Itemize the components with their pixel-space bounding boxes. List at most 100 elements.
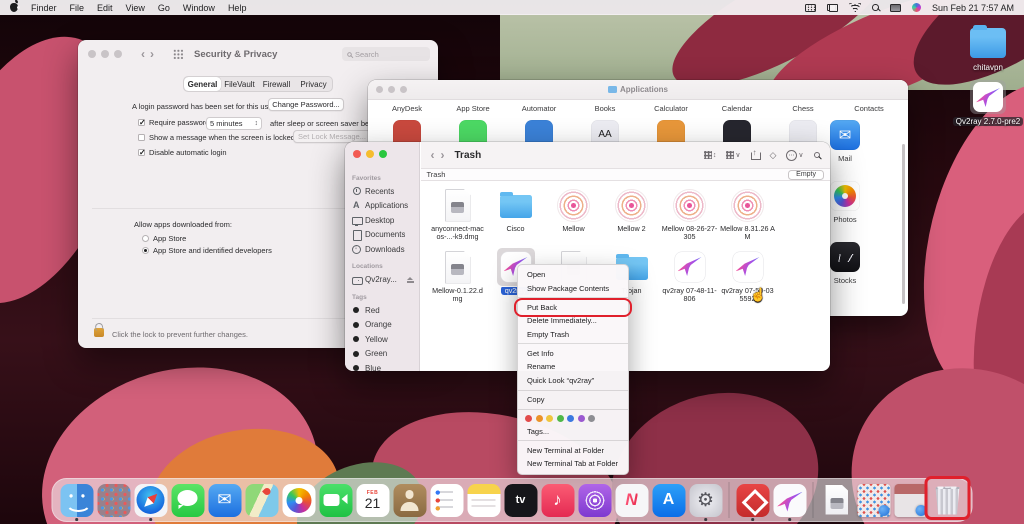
- context-menu-item[interactable]: [518, 297, 628, 298]
- context-menu-item[interactable]: Show Package Contents: [518, 281, 628, 294]
- share-icon[interactable]: [750, 150, 759, 160]
- dock-icon[interactable]: [615, 484, 648, 517]
- require-interval-dropdown[interactable]: 5 minutes ↕: [206, 117, 262, 130]
- wifi-icon[interactable]: [849, 3, 861, 12]
- dock-item[interactable]: [615, 482, 649, 518]
- back-button[interactable]: ‹: [141, 48, 145, 60]
- dock-icon[interactable]: [820, 484, 853, 517]
- sidebar-item[interactable]: Recents: [352, 184, 417, 199]
- search-field[interactable]: Search: [342, 47, 430, 61]
- menu-go[interactable]: Go: [158, 3, 170, 13]
- tab[interactable]: Privacy: [295, 77, 332, 91]
- dock-item[interactable]: [467, 482, 501, 518]
- apple-menu-icon[interactable]: [10, 3, 18, 12]
- search-icon[interactable]: [814, 152, 821, 159]
- dock-icon[interactable]: [736, 484, 769, 517]
- dock-item[interactable]: [97, 482, 131, 518]
- dock-item[interactable]: [134, 482, 168, 518]
- dock-icon[interactable]: [319, 484, 352, 517]
- tab[interactable]: General: [184, 77, 221, 91]
- input-source-icon[interactable]: [805, 4, 816, 12]
- dock-item[interactable]: [894, 482, 928, 518]
- menu-window[interactable]: Window: [183, 3, 215, 13]
- dock-item[interactable]: [282, 482, 316, 518]
- sidebar-item[interactable]: Downloads: [352, 242, 417, 257]
- file-icon[interactable]: [439, 186, 477, 224]
- minimize-button[interactable]: [101, 50, 109, 58]
- file-item[interactable]: Mellow-0.1.22.dmg: [429, 248, 487, 310]
- dock-icon[interactable]: [652, 484, 685, 517]
- dock-item[interactable]: [319, 482, 353, 518]
- file-item[interactable]: anyconnect-macos-...-k9.dmg: [429, 186, 487, 248]
- sidebar-item[interactable]: Qv2ray...: [352, 273, 417, 288]
- screen-mirroring-icon[interactable]: [827, 4, 838, 12]
- context-menu-item[interactable]: New Terminal at Folder: [518, 444, 628, 457]
- menu-bar-clock[interactable]: Sun Feb 21 7:57 AM: [932, 3, 1014, 13]
- dock-icon[interactable]: [689, 484, 722, 517]
- back-button[interactable]: ‹: [431, 149, 435, 161]
- app-label[interactable]: Calculator: [638, 104, 704, 113]
- dock-item[interactable]: [60, 482, 94, 518]
- dock-item[interactable]: [689, 482, 723, 518]
- context-menu-item[interactable]: Tags...: [518, 424, 628, 437]
- dock-icon[interactable]: [773, 484, 806, 517]
- file-icon[interactable]: [555, 186, 593, 224]
- sidebar-item[interactable]: Documents: [352, 228, 417, 243]
- sidebar-item[interactable]: Tags: [352, 291, 417, 303]
- dock-icon[interactable]: [467, 484, 500, 517]
- zoom-button[interactable]: [379, 150, 387, 158]
- scrollbar[interactable]: [902, 144, 905, 304]
- tag-color-dots[interactable]: [525, 415, 595, 422]
- require-password-checkbox[interactable]: [138, 119, 145, 126]
- change-password-button[interactable]: Change Password...: [268, 98, 344, 111]
- file-item[interactable]: qv2ray 07-48-11-806: [661, 248, 719, 310]
- sidebar-item[interactable]: Applications: [352, 199, 417, 214]
- dock-icon[interactable]: [931, 484, 964, 517]
- dock-item[interactable]: [931, 482, 965, 518]
- context-menu-item[interactable]: Put Back: [518, 301, 628, 314]
- context-menu-item[interactable]: Delete Immediately...: [518, 314, 628, 327]
- dock-icon[interactable]: [97, 484, 130, 517]
- qv2ray-icon[interactable]: [973, 82, 1003, 112]
- context-menu-item[interactable]: Copy: [518, 393, 628, 406]
- minimize-button[interactable]: [366, 150, 374, 158]
- dock-item[interactable]: [393, 482, 427, 518]
- chitavpn-icon[interactable]: [970, 28, 1006, 58]
- dock-icon[interactable]: FEB 21: [356, 484, 389, 517]
- dock-item[interactable]: [208, 482, 242, 518]
- tab[interactable]: Firewall: [258, 77, 295, 91]
- context-menu-item[interactable]: Get Info: [518, 347, 628, 360]
- dock-item[interactable]: FEB 21: [356, 482, 390, 518]
- desktop-icon-chitavpn[interactable]: chitavpn: [958, 26, 1018, 72]
- dock-icon[interactable]: [894, 484, 927, 517]
- app-label[interactable]: Automator: [506, 104, 572, 113]
- disable-auto-login-checkbox[interactable]: [138, 149, 145, 156]
- context-menu-item[interactable]: New Terminal Tab at Folder: [518, 457, 628, 470]
- dock-item[interactable]: [541, 482, 575, 518]
- dock-item[interactable]: [813, 482, 814, 518]
- identified-developers-radio[interactable]: [142, 247, 149, 254]
- dock-item[interactable]: tv: [504, 482, 538, 518]
- file-item[interactable]: Mellow 8.31.26 AM: [719, 186, 777, 248]
- app-label[interactable]: Chess: [770, 104, 836, 113]
- file-icon[interactable]: [729, 186, 767, 224]
- sidebar-item[interactable]: Desktop: [352, 213, 417, 228]
- file-item[interactable]: Mellow 08-26-27-305: [661, 186, 719, 248]
- app-label[interactable]: Books: [572, 104, 638, 113]
- context-menu-item[interactable]: Empty Trash: [518, 328, 628, 341]
- desktop-icon-qv2ray[interactable]: Qv2ray 2.7.0-pre2: [958, 80, 1018, 126]
- dock-icon[interactable]: [393, 484, 426, 517]
- dock-item[interactable]: [245, 482, 279, 518]
- dock-icon[interactable]: [430, 484, 463, 517]
- dock-item[interactable]: [171, 482, 205, 518]
- file-icon[interactable]: [613, 186, 651, 224]
- app-label[interactable]: AnyDesk: [374, 104, 440, 113]
- dock-icon[interactable]: [857, 484, 890, 517]
- context-menu-item[interactable]: [518, 412, 628, 424]
- dock-icon[interactable]: tv: [504, 484, 537, 517]
- file-item[interactable]: qv2ray 07-50-035592: [719, 248, 777, 310]
- context-menu-item[interactable]: [518, 440, 628, 441]
- file-icon[interactable]: [439, 248, 477, 286]
- dock-icon[interactable]: [245, 484, 278, 517]
- display-icon[interactable]: [890, 4, 901, 12]
